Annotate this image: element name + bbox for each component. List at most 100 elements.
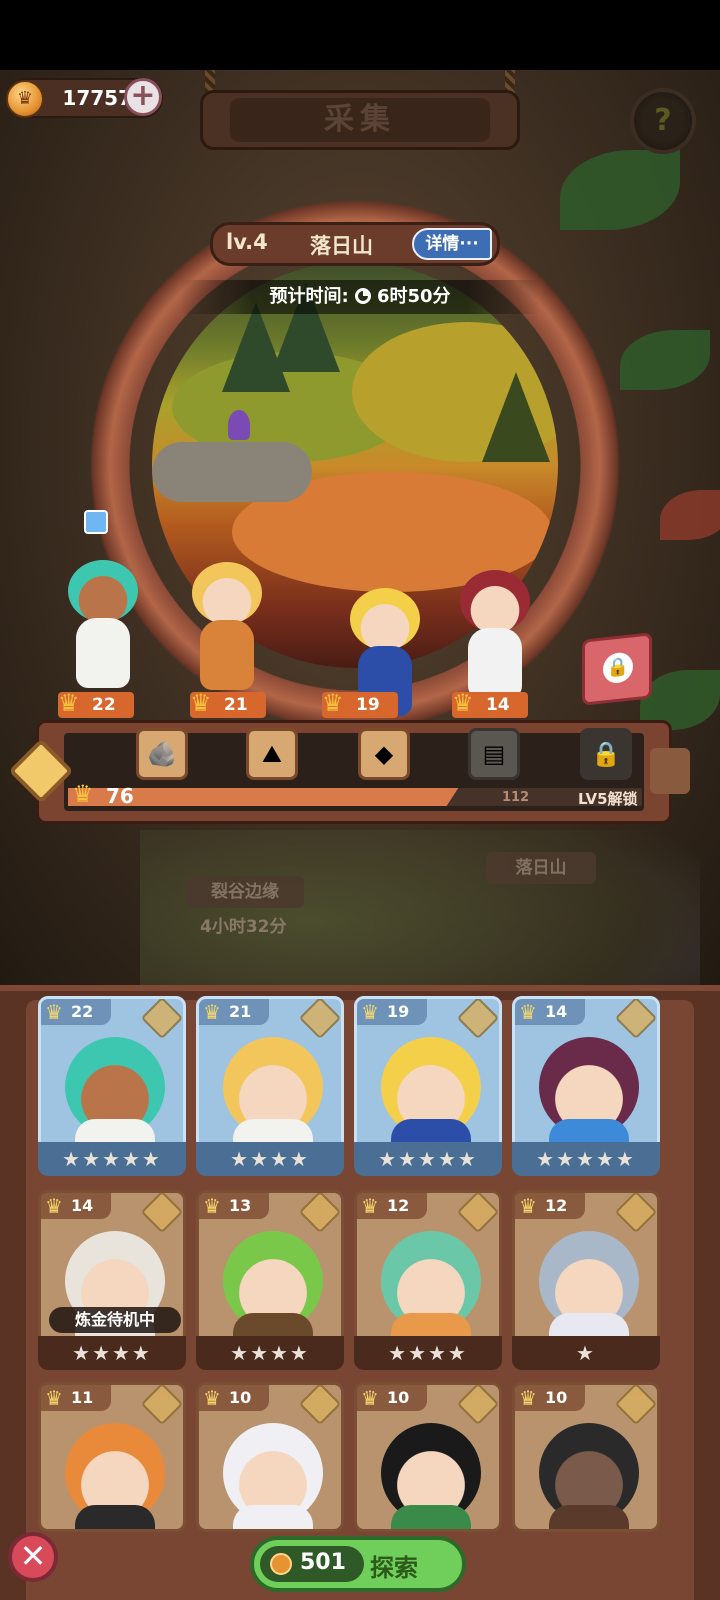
badge-gem-icon (298, 999, 341, 1040)
hero-card[interactable]: ♛ 10 (512, 1382, 660, 1532)
hero-stars: ★ (512, 1336, 660, 1370)
hero-head (68, 560, 138, 622)
hero-body (75, 1505, 155, 1529)
map-location-label[interactable]: 裂谷边缘 (186, 876, 304, 908)
badge-gem-icon (140, 999, 183, 1040)
location-level: lv.4 (226, 230, 268, 254)
hero-card[interactable]: ♛ 11 (38, 1382, 186, 1532)
hero-level: 10 (387, 1388, 410, 1407)
unlock-note: LV5解锁 (578, 790, 638, 808)
hero-level: 19 (387, 1002, 410, 1021)
explore-cost: 501 (300, 1550, 346, 1575)
eta-label: 预计时间: (269, 286, 349, 307)
hero-level-tag: ♛ 19 (322, 689, 398, 718)
hero-level-tag: ♛ 12 (357, 1193, 427, 1219)
energy-icon: ♛ (519, 1194, 537, 1218)
map-current-location-label[interactable]: 落日山 (486, 852, 596, 884)
hero-level-tag: ♛ 10 (199, 1385, 269, 1411)
copper-item-icon[interactable]: ◆ (358, 728, 410, 780)
locked-slot-card[interactable]: 🔒 (582, 632, 652, 706)
add-currency-button[interactable]: + (124, 78, 162, 116)
hero-body (391, 1505, 471, 1529)
ore-item-icon[interactable]: 🪨 (136, 728, 188, 780)
hero-level: 14 (486, 695, 510, 715)
hero-head (350, 588, 420, 650)
team-hero[interactable] (48, 560, 158, 700)
tree (482, 372, 550, 462)
energy-icon: ♛ (203, 1000, 221, 1024)
badge-gem-icon (298, 1193, 341, 1234)
team-hero[interactable] (172, 562, 282, 702)
crown-coin-icon (270, 1553, 292, 1575)
crown-coin-icon: ♛ (6, 80, 44, 118)
hero-level: 22 (71, 1002, 94, 1021)
hero-level-tag: ♛ 10 (357, 1385, 427, 1411)
locked-item-icon[interactable]: 🔒 (580, 728, 632, 780)
energy-icon: ♛ (203, 1386, 221, 1410)
badge-gem-icon (614, 1193, 657, 1234)
leaf-decoration (560, 150, 680, 230)
hero-card[interactable]: ♛ 10 (354, 1382, 502, 1532)
close-button[interactable]: ✕ (8, 1532, 58, 1582)
hero-level-tag: ♛ 11 (41, 1385, 111, 1411)
energy-icon: ♛ (322, 689, 344, 717)
hero-head (192, 562, 262, 624)
hero-level: 14 (545, 1002, 568, 1021)
hero-stars: ★★★★★ (354, 1142, 502, 1176)
hero-level: 19 (356, 695, 380, 715)
status-badge: 炼金待机中 (49, 1307, 181, 1333)
hero-level-tag: ♛ 12 (515, 1193, 585, 1219)
badge-gem-icon (298, 1385, 341, 1426)
map-location-time: 4小时32分 (200, 917, 287, 937)
energy-icon: ♛ (361, 1386, 379, 1410)
hero-level: 22 (92, 695, 116, 715)
cube-icon[interactable] (84, 510, 108, 534)
hero-level: 12 (545, 1196, 568, 1215)
hero-head (460, 570, 530, 632)
hero-level: 11 (71, 1388, 94, 1407)
hero-level: 10 (545, 1388, 568, 1407)
hero-stars: ★★★★ (354, 1336, 502, 1370)
hero-level-tag: ♛ 14 (41, 1193, 111, 1219)
details-button[interactable]: 详情··· (412, 228, 492, 260)
lock-icon: 🔒 (603, 651, 633, 685)
leaf-decoration (660, 490, 720, 540)
page-title: 采集 (230, 98, 490, 142)
hero-level: 14 (71, 1196, 94, 1215)
hero-level-tag: ♛ 14 (515, 999, 585, 1025)
badge-gem-icon (456, 999, 499, 1040)
energy-icon: ♛ (58, 689, 80, 717)
hero-stars: ★★★★ (196, 1142, 344, 1176)
estimated-time: 预计时间: 6时50分 (180, 280, 540, 314)
status-bar (0, 0, 720, 70)
badge-gem-icon (456, 1385, 499, 1426)
energy-icon: ♛ (72, 780, 94, 808)
badge-gem-icon (614, 999, 657, 1040)
energy-icon: ♛ (45, 1386, 63, 1410)
location-name: 落日山 (310, 234, 373, 258)
energy-icon: ♛ (361, 1000, 379, 1024)
energy-icon: ♛ (361, 1194, 379, 1218)
hero-stars: ★★★★★ (38, 1142, 186, 1176)
hero-level-tag: ♛ 13 (199, 1193, 269, 1219)
hero-body (549, 1505, 629, 1529)
hero-level-tag: ♛ 10 (515, 1385, 585, 1411)
badge-gem-icon (456, 1193, 499, 1234)
stone-item-icon[interactable]: ▤ (468, 728, 520, 780)
rock (152, 442, 312, 502)
hero-level-tag: ♛ 19 (357, 999, 427, 1025)
help-button[interactable]: ? (630, 88, 696, 154)
energy-icon: ♛ (45, 1194, 63, 1218)
hero-card[interactable]: ♛ 10 (196, 1382, 344, 1532)
sand-item-icon[interactable]: ⛰ (246, 728, 298, 780)
hero-level-tag: ♛ 22 (41, 999, 111, 1025)
currency-amount: 17757 (62, 86, 132, 110)
hero-level: 10 (229, 1388, 252, 1407)
loot-progress-value: 76 (106, 784, 134, 808)
hero-level: 21 (224, 695, 248, 715)
loot-right-cap (650, 748, 690, 794)
explore-label[interactable]: 探索 (370, 1548, 418, 1583)
hero-body (233, 1505, 313, 1529)
hero-level-tag: ♛ 21 (199, 999, 269, 1025)
hero-body (76, 618, 130, 688)
